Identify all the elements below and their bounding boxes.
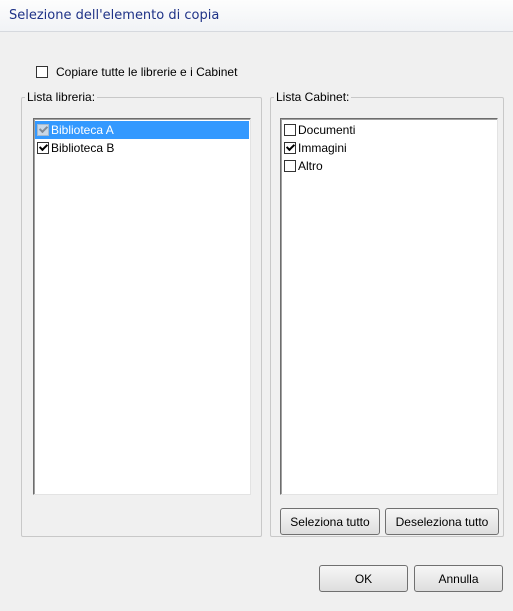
cabinet-item-immagini[interactable]: Immagini (282, 139, 496, 157)
cancel-button[interactable]: Annulla (414, 565, 503, 592)
copy-all-checkbox[interactable]: Copiare tutte le librerie e i Cabinet (36, 64, 237, 80)
cabinet-list-label: Lista Cabinet: (274, 90, 352, 104)
library-item-label: Biblioteca A (51, 123, 114, 137)
library-item-label: Biblioteca B (51, 141, 115, 155)
cabinet-item-label: Documenti (298, 123, 356, 137)
select-all-button[interactable]: Seleziona tutto (280, 508, 380, 535)
library-list-group: Lista libreria: Biblioteca A Biblioteca … (21, 90, 262, 537)
cabinet-list-group: Lista Cabinet: Documenti Immagini Altro … (270, 90, 504, 537)
library-item-checkbox[interactable] (37, 142, 49, 154)
copy-all-checkbox-box[interactable] (36, 66, 48, 78)
cabinet-item-altro[interactable]: Altro (282, 157, 496, 175)
cabinet-item-label: Immagini (298, 141, 347, 155)
window-title: Selezione dell'elemento di copia (9, 8, 220, 23)
title-bar: Selezione dell'elemento di copia (0, 0, 513, 32)
cabinet-item-checkbox[interactable] (284, 160, 296, 172)
cabinet-item-documenti[interactable]: Documenti (282, 121, 496, 139)
library-listbox[interactable]: Biblioteca A Biblioteca B (33, 118, 251, 495)
cabinet-listbox[interactable]: Documenti Immagini Altro (280, 118, 498, 495)
library-list-label: Lista libreria: (25, 90, 98, 104)
cabinet-item-checkbox[interactable] (284, 124, 296, 136)
cabinet-item-label: Altro (298, 159, 323, 173)
cabinet-item-checkbox[interactable] (284, 142, 296, 154)
library-item-biblioteca-a[interactable]: Biblioteca A (35, 121, 249, 139)
copy-all-label: Copiare tutte le librerie e i Cabinet (56, 65, 238, 79)
deselect-all-button[interactable]: Deseleziona tutto (385, 508, 499, 535)
library-item-checkbox[interactable] (37, 124, 49, 136)
library-item-biblioteca-b[interactable]: Biblioteca B (35, 139, 249, 157)
ok-button[interactable]: OK (319, 565, 408, 592)
